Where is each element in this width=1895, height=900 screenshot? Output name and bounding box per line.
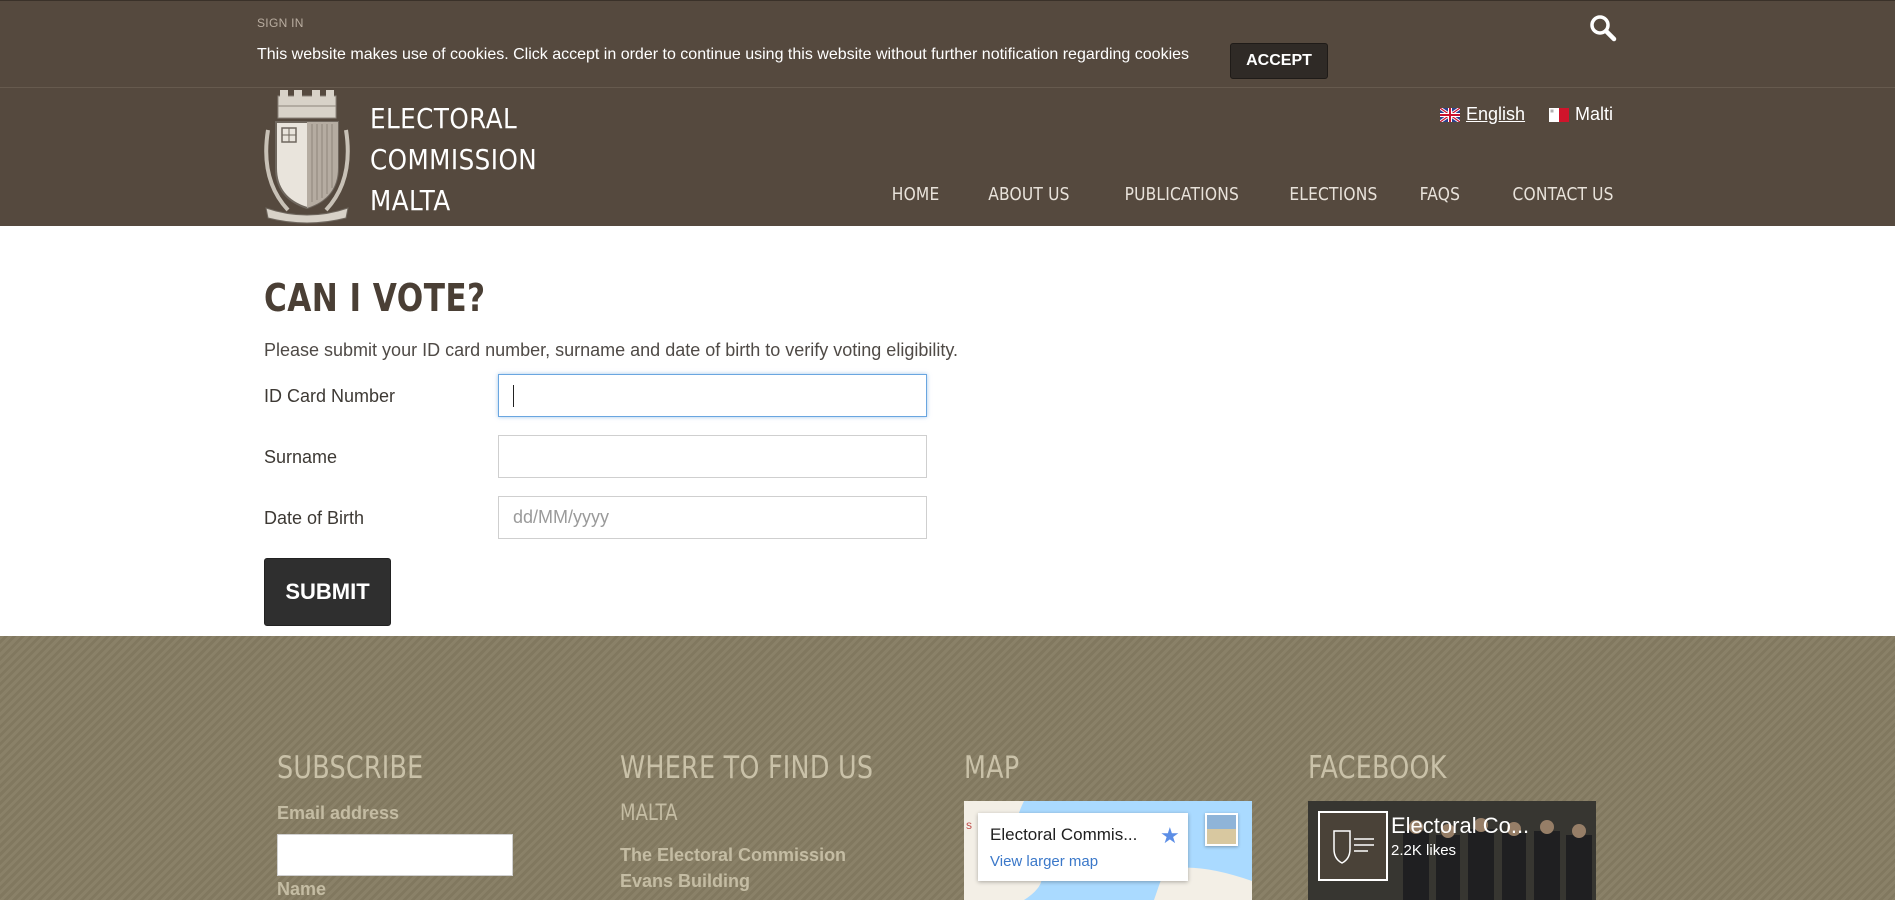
- svg-text:s: s: [966, 818, 972, 832]
- map-info-card: Electoral Commis... View larger map ★: [978, 813, 1188, 881]
- map-place-title: Electoral Commis...: [990, 825, 1138, 844]
- facebook-page-avatar[interactable]: [1318, 811, 1388, 881]
- nav-about-us[interactable]: ABOUT US: [988, 184, 1069, 205]
- name-label: Name: [277, 879, 327, 899]
- submit-button[interactable]: SUBMIT: [264, 558, 391, 626]
- facebook-heading: FACEBOOK: [1308, 750, 1447, 786]
- surname-input[interactable]: [498, 435, 927, 478]
- subscribe-email-input[interactable]: [277, 834, 513, 876]
- search-icon[interactable]: [1588, 13, 1618, 43]
- site-logo-text[interactable]: ELECTORAL COMMISSION MALTA: [370, 98, 546, 221]
- nav-faqs[interactable]: FAQS: [1420, 184, 1461, 205]
- sign-in-link[interactable]: SIGN IN: [257, 16, 304, 30]
- address-line: The Electoral Commission: [620, 845, 847, 865]
- text-caret: [513, 385, 514, 407]
- commission-logo-icon: [1333, 830, 1374, 864]
- malta-flag-icon: [1549, 107, 1569, 122]
- accept-cookies-button[interactable]: ACCEPT: [1230, 43, 1328, 79]
- subscribe-heading: SUBSCRIBE: [277, 750, 424, 786]
- country-label: MALTA: [620, 801, 678, 826]
- id-card-label: ID Card Number: [264, 386, 396, 406]
- cookie-bar: SIGN IN This website makes use of cookie…: [0, 0, 1895, 87]
- language-label: English: [1466, 104, 1526, 124]
- page-title: CAN I VOTE?: [264, 276, 486, 320]
- nav-elections[interactable]: ELECTIONS: [1289, 184, 1377, 205]
- site-footer: SUBSCRIBE Email address Name WHERE TO FI…: [0, 636, 1895, 900]
- star-icon[interactable]: ★: [1160, 823, 1180, 849]
- language-malti[interactable]: Malti: [1549, 104, 1613, 125]
- nav-publications[interactable]: PUBLICATIONS: [1124, 184, 1238, 205]
- email-label: Email address: [277, 803, 400, 823]
- surname-label: Surname: [264, 447, 338, 467]
- cookie-message: This website makes use of cookies. Click…: [257, 46, 1190, 63]
- embedded-map[interactable]: s Electoral Commis... View larger map ★: [964, 801, 1252, 900]
- map-photo-thumbnail: [1207, 815, 1236, 844]
- map-thumbnail[interactable]: [1205, 813, 1238, 846]
- facebook-likes-count: 2.2K likes: [1391, 842, 1457, 859]
- map-heading: MAP: [964, 750, 1020, 786]
- date-of-birth-input[interactable]: [498, 496, 927, 539]
- coat-of-arms-logo[interactable]: [258, 90, 356, 224]
- facebook-widget[interactable]: Electoral Co... 2.2K likes: [1308, 801, 1596, 900]
- nav-contact-us[interactable]: CONTACT US: [1513, 184, 1614, 205]
- language-english[interactable]: English: [1440, 104, 1525, 125]
- facebook-page-name[interactable]: Electoral Co...: [1391, 813, 1529, 839]
- site-header: ELECTORAL COMMISSION MALTA English Malti…: [0, 87, 1895, 226]
- logo-line: MALTA: [370, 184, 451, 217]
- main-navigation: HOME ABOUT US PUBLICATIONS ELECTIONS FAQ…: [884, 184, 1614, 205]
- date-of-birth-label: Date of Birth: [264, 508, 365, 528]
- logo-line: COMMISSION: [370, 143, 538, 176]
- uk-flag-icon: [1440, 107, 1460, 122]
- language-label: Malti: [1575, 104, 1614, 124]
- address-line: Evans Building: [620, 871, 751, 891]
- id-card-input[interactable]: [498, 374, 927, 417]
- logo-line: ELECTORAL: [370, 102, 518, 135]
- nav-home[interactable]: HOME: [891, 184, 939, 205]
- view-larger-map-link[interactable]: View larger map: [990, 853, 1098, 870]
- where-heading: WHERE TO FIND US: [620, 750, 874, 786]
- page-description: Please submit your ID card number, surna…: [264, 340, 959, 360]
